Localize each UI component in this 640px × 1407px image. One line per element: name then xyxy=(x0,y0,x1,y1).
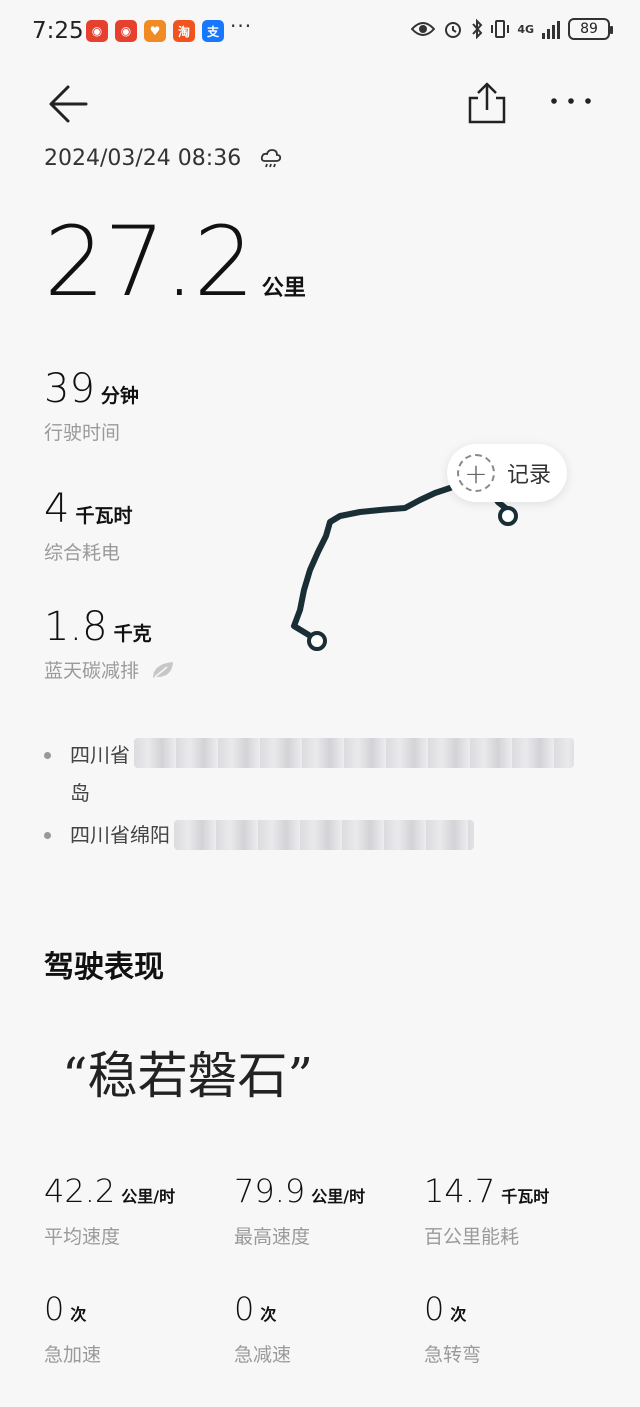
metric-label: 百公里能耗 xyxy=(424,1226,520,1248)
redacted-address xyxy=(174,820,474,850)
back-arrow-icon xyxy=(49,85,88,123)
metric-unit: 公里/时 xyxy=(311,1187,366,1206)
section-title: 驾驶表现 xyxy=(44,950,164,985)
stat-unit: 千瓦时 xyxy=(75,505,133,527)
metric-unit: 次 xyxy=(260,1305,277,1324)
metric-value: 0 xyxy=(44,1290,65,1328)
leaf-icon xyxy=(153,661,174,678)
add-icon: + xyxy=(457,454,495,492)
metric-label: 急转弯 xyxy=(424,1344,482,1366)
distance-unit: 公里 xyxy=(261,276,306,301)
bluetooth-icon xyxy=(472,19,483,39)
stat-unit: 千克 xyxy=(113,623,152,645)
stat-label-row: 蓝天碳减排 xyxy=(44,656,175,683)
metric-avg-speed: 42.2 公里/时 平均速度 xyxy=(44,1172,175,1249)
stat-value: 1.8 xyxy=(44,604,108,650)
metric-value: 42.2 xyxy=(44,1172,116,1210)
stat-value: 4 xyxy=(44,486,70,532)
location-text: 四川省 xyxy=(70,743,130,767)
eye-icon xyxy=(411,22,436,36)
back-button[interactable] xyxy=(46,82,90,126)
redacted-address xyxy=(134,738,574,768)
metric-label: 最高速度 xyxy=(234,1226,311,1248)
stat-label: 行驶时间 xyxy=(44,422,121,444)
start-location: 四川省 岛 xyxy=(44,736,604,812)
system-icons: 4G 89 xyxy=(411,18,613,40)
trip-detail-screen: 7:25 ◉ ◉ ♥ 淘 支 ··· 4G 89 2024/03/24 08:3… xyxy=(0,0,640,1407)
notification-icons: ◉ ◉ ♥ 淘 支 xyxy=(86,20,224,42)
stat-drive-time: 39 分钟 行驶时间 xyxy=(44,366,139,445)
location-list: 四川省 岛 四川省绵阳 xyxy=(44,736,604,854)
rain-cloud-icon xyxy=(261,148,282,167)
metric-label: 急加速 xyxy=(44,1344,102,1366)
vibrate-icon xyxy=(491,20,510,38)
stat-carbon: 1.8 千克 蓝天碳减排 xyxy=(44,604,175,683)
taobao-icon: 淘 xyxy=(173,20,195,42)
metric-label: 急减速 xyxy=(234,1344,292,1366)
more-notifications-icon: ··· xyxy=(230,14,253,38)
status-bar: 7:25 ◉ ◉ ♥ 淘 支 ··· 4G 89 xyxy=(0,0,640,64)
status-time: 7:25 xyxy=(32,18,84,44)
metric-unit: 次 xyxy=(70,1305,87,1324)
trip-distance: 27.2 公里 xyxy=(44,214,306,310)
record-button[interactable]: + 记录 xyxy=(447,444,567,502)
more-dots-icon xyxy=(551,98,591,104)
metric-value: 0 xyxy=(234,1290,255,1328)
alipay-icon: 支 xyxy=(202,20,224,42)
metric-max-speed: 79.9 公里/时 最高速度 xyxy=(234,1172,365,1249)
distance-value: 27.2 xyxy=(44,206,255,318)
record-label: 记录 xyxy=(507,463,552,488)
more-options-button[interactable] xyxy=(548,86,594,116)
metric-value: 14.7 xyxy=(424,1172,496,1210)
trip-datetime-row: 2024/03/24 08:36 xyxy=(44,146,283,171)
weibo-icon: ◉ xyxy=(86,20,108,42)
metric-unit: 次 xyxy=(450,1305,467,1324)
metric-value: 0 xyxy=(424,1290,445,1328)
battery-icon: 89 xyxy=(568,18,613,40)
network-type: 4G xyxy=(517,22,534,36)
share-icon xyxy=(468,82,506,124)
trip-datetime: 2024/03/24 08:36 xyxy=(44,146,242,171)
metric-hard-acceleration: 0 次 急加速 xyxy=(44,1290,101,1367)
alarm-icon xyxy=(445,22,462,38)
metric-energy-per-100km: 14.7 千瓦时 百公里能耗 xyxy=(424,1172,549,1249)
metric-unit: 公里/时 xyxy=(121,1187,176,1206)
metric-unit: 千瓦时 xyxy=(501,1187,550,1206)
end-location: 四川省绵阳 xyxy=(44,816,604,854)
shopping-app-icon: ♥ xyxy=(144,20,166,42)
stat-label: 综合耗电 xyxy=(44,542,121,564)
signal-icon xyxy=(542,19,560,39)
stat-label: 蓝天碳减排 xyxy=(44,660,140,682)
stat-energy: 4 千瓦时 综合耗电 xyxy=(44,486,132,565)
metric-value: 79.9 xyxy=(234,1172,306,1210)
share-button[interactable] xyxy=(466,82,508,124)
location-text-continuation: 岛 xyxy=(70,781,90,805)
weibo-icon: ◉ xyxy=(115,20,137,42)
stat-value: 39 xyxy=(44,366,95,412)
route-start-marker xyxy=(307,631,327,651)
metric-hard-braking: 0 次 急减速 xyxy=(234,1290,291,1367)
route-path xyxy=(291,479,511,643)
location-text: 四川省绵阳 xyxy=(70,823,170,847)
metric-sharp-turns: 0 次 急转弯 xyxy=(424,1290,481,1367)
stat-unit: 分钟 xyxy=(100,385,139,407)
driving-rating: “稳若磐石” xyxy=(62,1047,314,1105)
route-end-marker xyxy=(498,506,518,526)
metric-label: 平均速度 xyxy=(44,1226,121,1248)
